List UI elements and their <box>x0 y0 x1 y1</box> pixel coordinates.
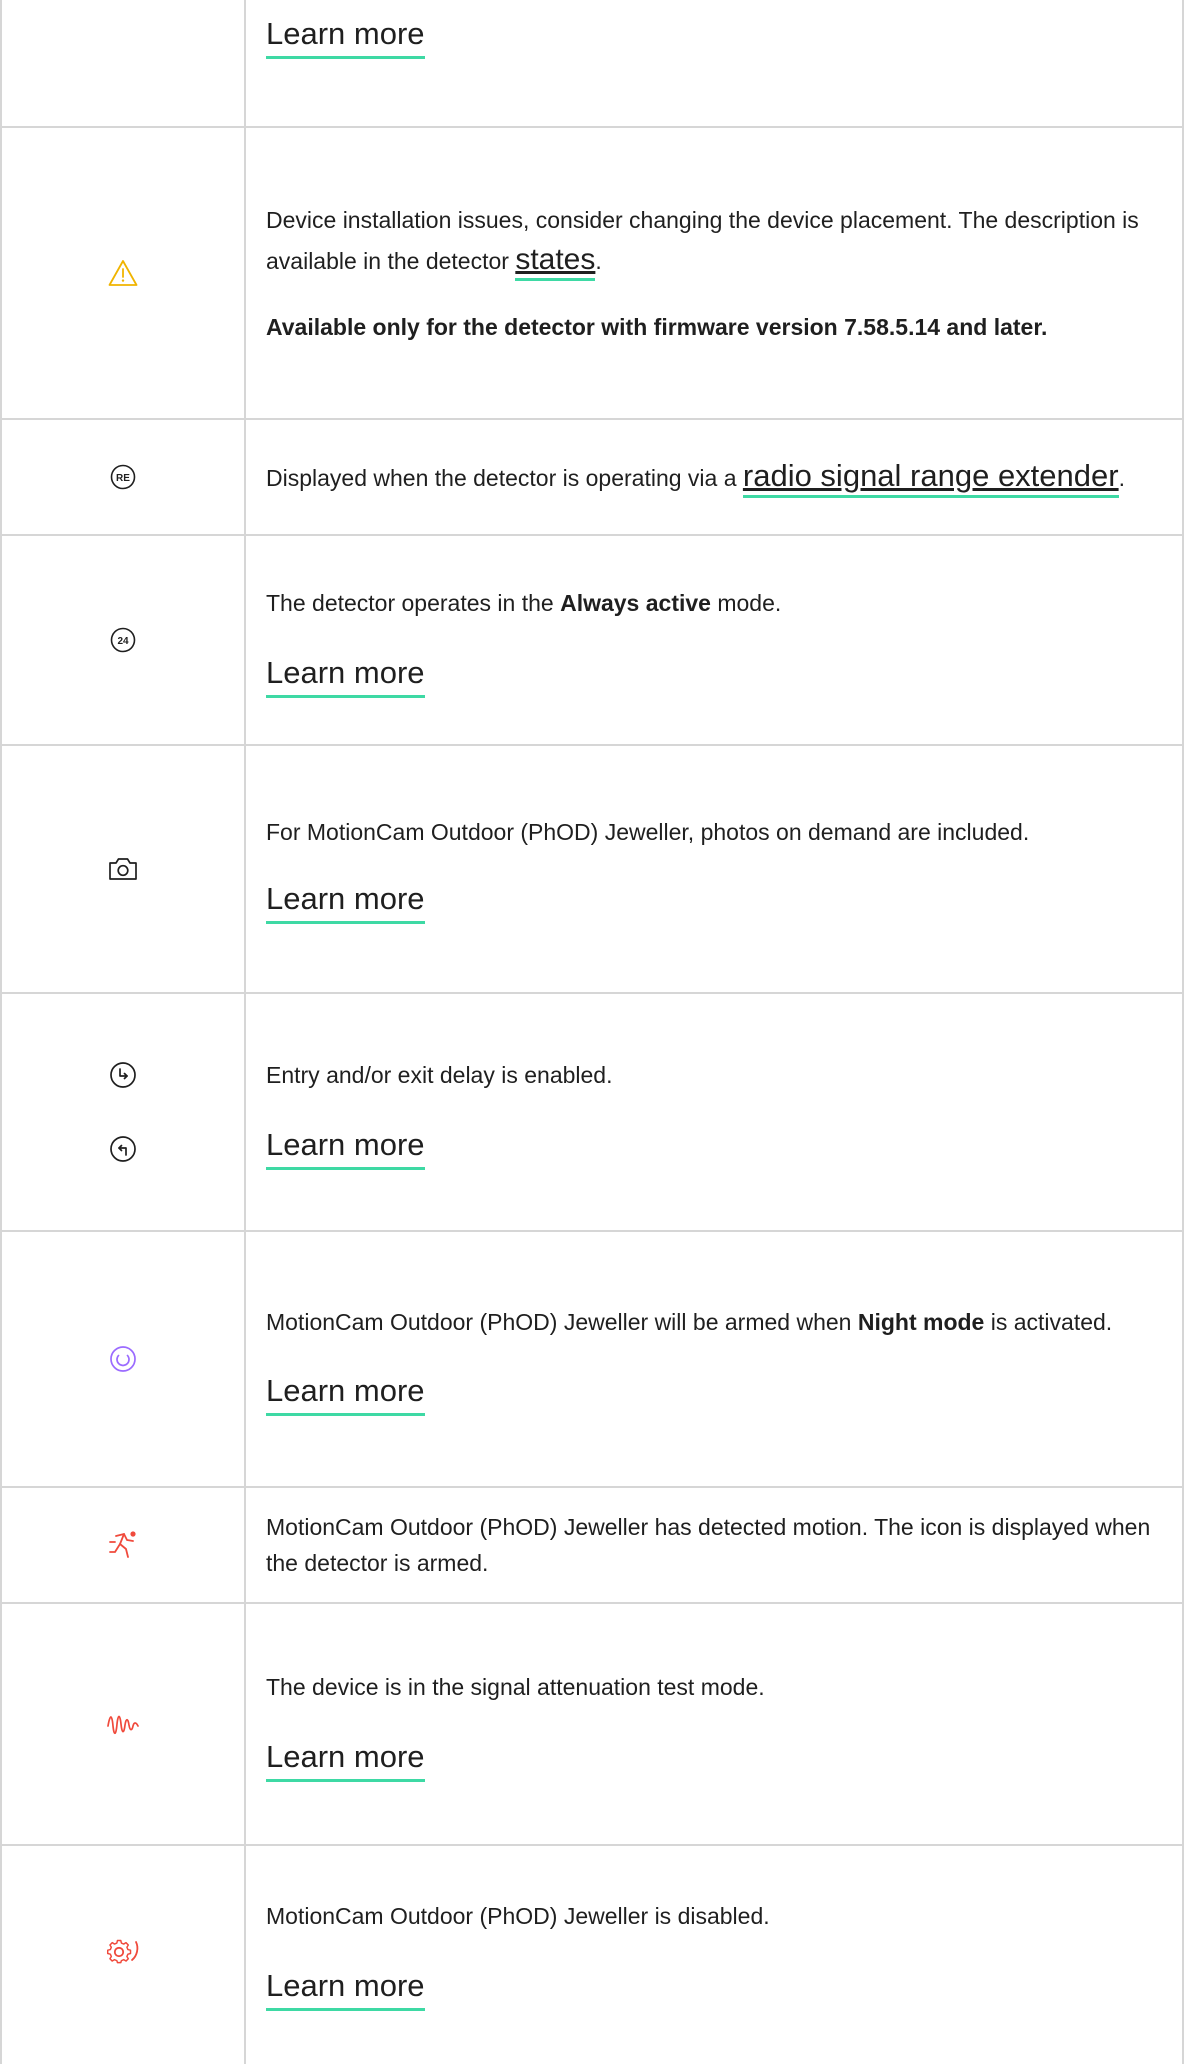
learn-more-link[interactable]: Learn more <box>266 1125 425 1170</box>
description-cell: The device is in the signal attenuation … <box>266 1604 1156 1844</box>
description-text-end: . <box>1118 465 1125 491</box>
description-cell: MotionCam Outdoor (PhOD) Jeweller is dis… <box>266 1846 1156 2060</box>
description-cell: The detector operates in the Always acti… <box>266 536 1156 744</box>
exit-delay-icon <box>108 1134 138 1164</box>
learn-more-link[interactable]: Learn more <box>266 1966 425 2011</box>
always-active-mode-label: Always active <box>560 589 711 616</box>
learn-more-link[interactable]: Learn more <box>266 1737 425 1782</box>
table-row: Learn more <box>0 0 1184 128</box>
entry-delay-icon <box>108 1060 138 1090</box>
icon-cell: RE <box>2 420 244 534</box>
description-text-end: is activated. <box>984 1308 1113 1335</box>
range-extender-link[interactable]: radio signal range extender <box>742 458 1119 498</box>
description-text-start: Displayed when the detector is operating… <box>266 465 743 491</box>
description-text-start: Device installation issues, consider cha… <box>266 206 1139 274</box>
table-row: MotionCam Outdoor (PhOD) Jeweller is dis… <box>0 1846 1184 2064</box>
learn-more-link[interactable]: Learn more <box>266 879 425 924</box>
range-extender-icon-label: RE <box>116 473 130 484</box>
table-row: MotionCam Outdoor (PhOD) Jeweller has de… <box>0 1488 1184 1604</box>
always-active-24-icon: 24 <box>110 627 136 653</box>
icon-cell <box>2 1488 244 1602</box>
description-cell: Device installation issues, consider cha… <box>266 128 1156 418</box>
description-text: Displayed when the detector is operating… <box>266 449 1156 505</box>
range-extender-icon: RE <box>110 464 136 490</box>
description-cell: MotionCam Outdoor (PhOD) Jeweller will b… <box>266 1232 1156 1486</box>
icon-cell <box>2 1604 244 1844</box>
table-row: Device installation issues, consider cha… <box>0 128 1184 420</box>
table-row: For MotionCam Outdoor (PhOD) Jeweller, p… <box>0 746 1184 994</box>
signal-attenuation-icon <box>106 1712 140 1736</box>
states-link[interactable]: states <box>515 242 596 281</box>
night-mode-label: Night mode <box>857 1308 985 1335</box>
learn-more-link[interactable]: Learn more <box>266 14 425 59</box>
always-active-icon-label: 24 <box>117 636 129 647</box>
night-mode-icon <box>108 1344 138 1374</box>
learn-more-link[interactable]: Learn more <box>266 653 425 698</box>
description-text: For MotionCam Outdoor (PhOD) Jeweller, p… <box>266 818 1030 845</box>
device-disabled-icon <box>106 1938 140 1968</box>
description-text: The detector operates in the Always acti… <box>266 583 1156 623</box>
description-text: The device is in the signal attenuation … <box>266 1673 765 1700</box>
firmware-note: Available only for the detector with fir… <box>266 313 1048 340</box>
description-text: Device installation issues, consider cha… <box>266 200 1156 281</box>
icon-cell <box>2 1846 244 2060</box>
description-cell: Learn more <box>266 0 1156 126</box>
table-row: MotionCam Outdoor (PhOD) Jeweller will b… <box>0 1232 1184 1488</box>
icon-cell <box>2 746 244 992</box>
icon-cell: 24 <box>2 536 244 744</box>
description-text: MotionCam Outdoor (PhOD) Jeweller is dis… <box>266 1902 770 1929</box>
description-text-start: MotionCam Outdoor (PhOD) Jeweller will b… <box>266 1308 858 1335</box>
description-cell: Entry and/or exit delay is enabled. Lear… <box>266 994 1156 1230</box>
description-text: MotionCam Outdoor (PhOD) Jeweller will b… <box>266 1303 1156 1341</box>
table-row: The device is in the signal attenuation … <box>0 1604 1184 1846</box>
warning-triangle-icon <box>108 259 138 287</box>
description-text: Entry and/or exit delay is enabled. <box>266 1061 613 1088</box>
description-text-start: The detector operates in the <box>266 589 561 616</box>
icon-cell <box>2 994 244 1230</box>
table-row: Entry and/or exit delay is enabled. Lear… <box>0 994 1184 1232</box>
camera-icon <box>108 856 138 882</box>
status-icons-table: Learn more Device installation issues, c… <box>0 0 1196 2064</box>
description-cell: MotionCam Outdoor (PhOD) Jeweller has de… <box>266 1488 1156 1602</box>
description-text-end: . <box>595 247 602 274</box>
learn-more-link[interactable]: Learn more <box>266 1371 425 1416</box>
motion-detected-icon <box>106 1528 140 1562</box>
description-cell: For MotionCam Outdoor (PhOD) Jeweller, p… <box>266 746 1156 992</box>
table-row: RE Displayed when the detector is operat… <box>0 420 1184 536</box>
description-cell: Displayed when the detector is operating… <box>266 420 1156 534</box>
description-text-end: mode. <box>710 589 782 616</box>
icon-cell <box>2 128 244 418</box>
table-row: 24 The detector operates in the Always a… <box>0 536 1184 746</box>
icon-cell <box>2 1232 244 1486</box>
description-text: MotionCam Outdoor (PhOD) Jeweller has de… <box>266 1514 1151 1576</box>
